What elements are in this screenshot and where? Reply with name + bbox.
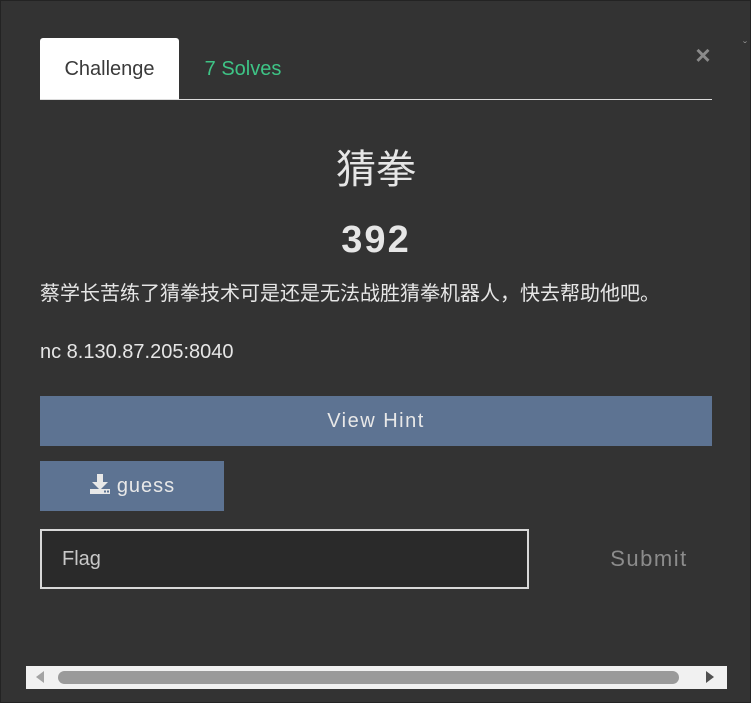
tab-solves[interactable]: 7 Solves	[179, 38, 307, 99]
challenge-name: 猜拳	[336, 148, 416, 192]
view-hint-button[interactable]: View Hint	[40, 396, 712, 446]
file-name-label: guess	[116, 475, 176, 497]
challenge-value: 392	[341, 219, 411, 261]
challenge-tabs: Challenge 7 Solves	[40, 38, 712, 100]
submit-button[interactable]: Submit	[589, 531, 709, 587]
scroll-right-arrow-icon[interactable]	[706, 671, 714, 683]
flag-input[interactable]	[40, 529, 529, 589]
download-icon	[89, 464, 111, 494]
tab-challenge[interactable]: Challenge	[40, 38, 179, 99]
challenge-connection-info: nc 8.130.87.205:8040	[40, 341, 234, 363]
challenge-modal: × ˇ Challenge 7 Solves 猜拳 392 蔡学长苦练了猜拳技术…	[0, 0, 751, 703]
horizontal-scrollbar[interactable]	[26, 666, 727, 689]
challenge-description: 蔡学长苦练了猜拳技术可是还是无法战胜猜拳机器人，快去帮助他吧。	[40, 283, 660, 305]
scrollbar-thumb[interactable]	[58, 671, 679, 684]
download-file-button[interactable]: guess	[40, 461, 224, 511]
corner-mark: ˇ	[743, 39, 747, 53]
scroll-left-arrow-icon[interactable]	[36, 671, 44, 683]
